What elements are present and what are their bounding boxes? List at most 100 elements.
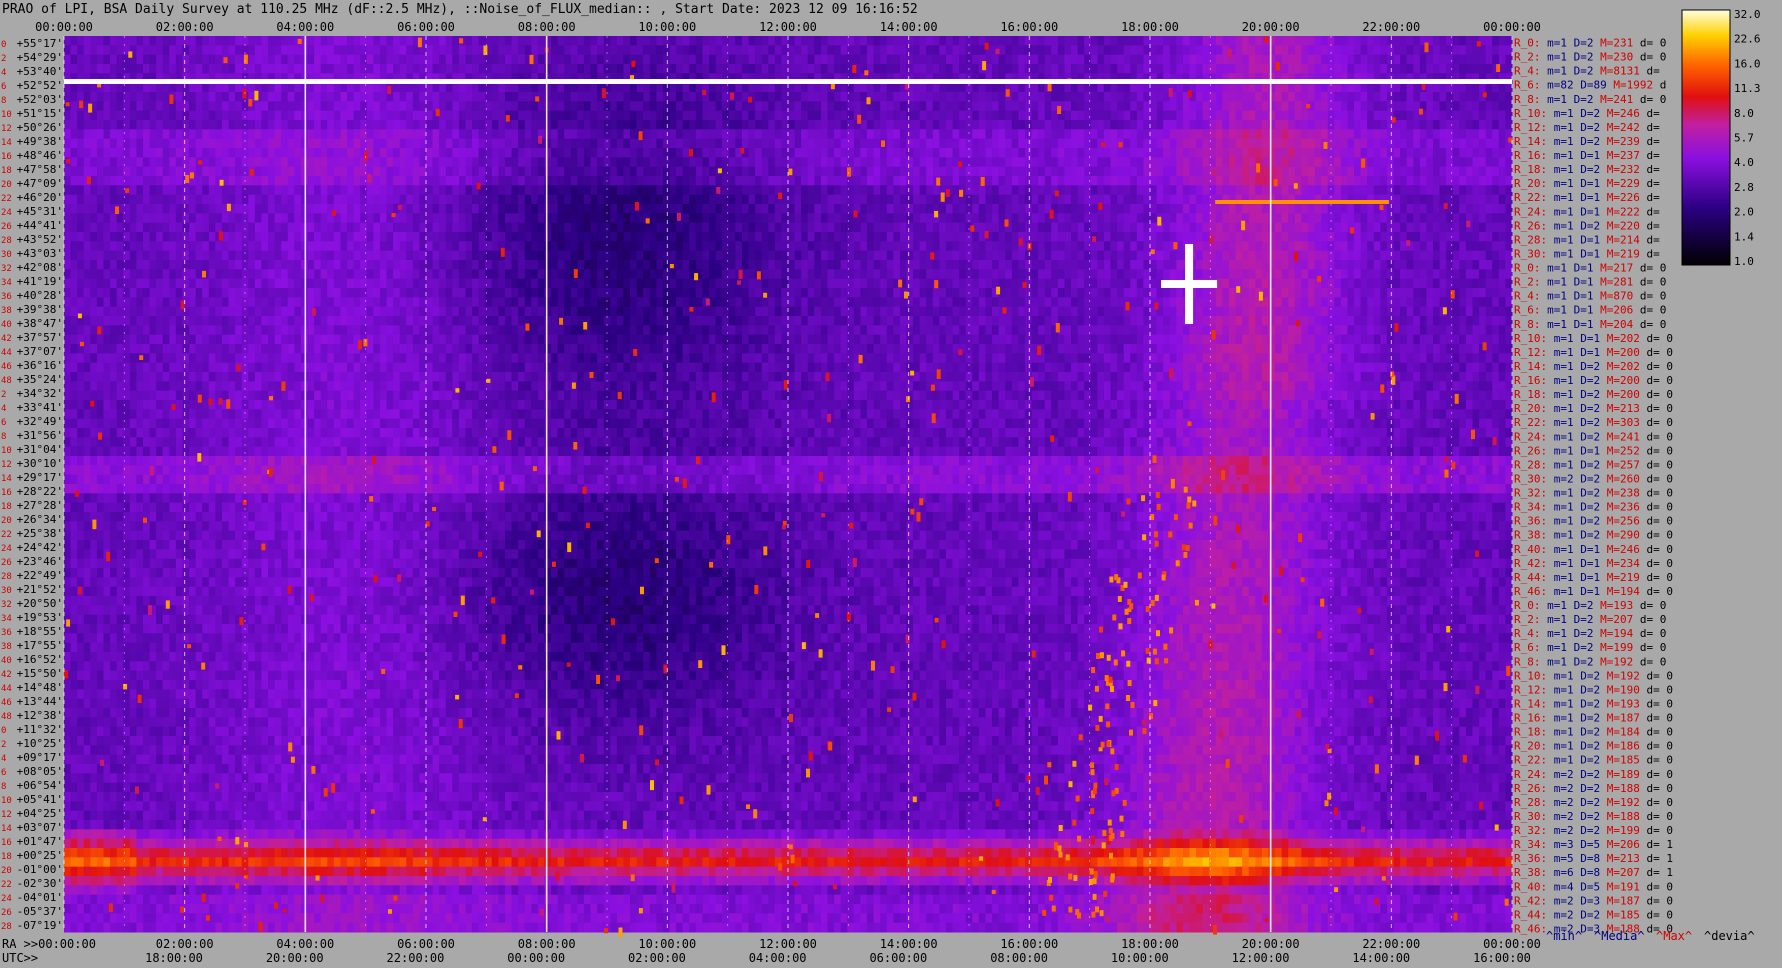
- row-number: 16: [1, 152, 12, 162]
- row-stat: R_4: m=1 D=2 M=194 d= 0: [1514, 627, 1666, 640]
- row-stat: R_38: m=6 D=8 M=207 d= 1: [1514, 866, 1673, 879]
- dec-label: +18°55': [17, 625, 63, 638]
- row-number: 14: [1, 474, 12, 484]
- row-number: 20: [1, 516, 12, 526]
- dec-label: +30°10': [17, 457, 63, 470]
- dec-label: -05°37': [17, 905, 63, 918]
- x-tick-top: 00:00:00: [35, 20, 93, 34]
- dec-label: +24°42': [17, 541, 63, 554]
- row-number: 28: [1, 572, 12, 582]
- x-tick-bottom-ra: 00:00:00: [1483, 937, 1541, 951]
- colorbar-tick: 16.0: [1734, 57, 1761, 70]
- row-stat: R_4: m=1 D=2 M=8131 d=: [1514, 65, 1660, 78]
- dec-label: +31°56': [17, 429, 63, 442]
- row-number: 36: [1, 292, 12, 302]
- row-stat: R_14: m=1 D=2 M=202 d= 0: [1514, 360, 1673, 373]
- row-number: 40: [1, 656, 12, 666]
- row-number: 38: [1, 642, 12, 652]
- x-tick-top: 14:00:00: [880, 20, 938, 34]
- dec-label: +53°40': [17, 65, 63, 78]
- dec-label: +52°03': [17, 93, 63, 106]
- dec-label: +38°47': [17, 317, 63, 330]
- row-number: 48: [1, 712, 12, 722]
- x-tick-bottom-utc: 14:00:00: [1352, 951, 1410, 965]
- row-number: 20: [1, 180, 12, 190]
- row-number: 32: [1, 264, 12, 274]
- row-number: 8: [1, 782, 6, 792]
- row-stat: R_26: m=1 D=1 M=252 d= 0: [1514, 444, 1673, 457]
- row-number: 4: [1, 68, 6, 78]
- row-stat: R_34: m=1 D=2 M=236 d= 0: [1514, 501, 1673, 514]
- row-stat: R_20: m=1 D=2 M=186 d= 0: [1514, 740, 1673, 753]
- row-stats: R_0: m=1 D=2 M=231 d= 0R_2: m=1 D=2 M=23…: [1514, 37, 1673, 936]
- row-number: 22: [1, 880, 12, 890]
- x-tick-bottom-ra: 22:00:00: [1362, 937, 1420, 951]
- row-stat: R_36: m=1 D=2 M=256 d= 0: [1514, 515, 1673, 528]
- row-stat: R_30: m=2 D=2 M=260 d= 0: [1514, 472, 1673, 485]
- row-number: 36: [1, 628, 12, 638]
- row-number: 16: [1, 838, 12, 848]
- dec-label: +21°52': [17, 583, 63, 596]
- row-number: 20: [1, 866, 12, 876]
- row-stat: R_6: m=1 D=2 M=199 d= 0: [1514, 641, 1666, 654]
- x-tick-bottom-utc: 16:00:00: [1473, 951, 1531, 965]
- x-tick-bottom-ra: 02:00:00: [156, 937, 214, 951]
- x-tick-bottom-ra: 16:00:00: [1000, 937, 1058, 951]
- row-number: 0: [1, 40, 6, 50]
- dec-label: +45°31': [17, 205, 63, 218]
- dec-label: +50°26': [17, 121, 63, 134]
- colorbar-tick: 5.7: [1734, 132, 1754, 145]
- row-stat: R_24: m=2 D=2 M=189 d= 0: [1514, 768, 1673, 781]
- dec-label: +27°28': [17, 499, 63, 512]
- legend-item: ^min^: [1546, 929, 1582, 943]
- dec-label: -02°30': [17, 877, 63, 890]
- row-number: 2: [1, 54, 6, 64]
- row-stat: R_14: m=1 D=2 M=239 d=: [1514, 135, 1660, 148]
- colorbar-tick: 1.0: [1734, 255, 1754, 268]
- x-tick-top: 10:00:00: [638, 20, 696, 34]
- row-number: 0: [1, 726, 6, 736]
- row-number: 44: [1, 348, 12, 358]
- row-number: 6: [1, 768, 6, 778]
- dec-label: +20°50': [17, 597, 63, 610]
- row-number: 44: [1, 684, 12, 694]
- row-stat: R_20: m=1 D=1 M=229 d=: [1514, 177, 1660, 190]
- row-number: 10: [1, 110, 12, 120]
- row-number: 34: [1, 278, 12, 288]
- colorbar-tick: 4.0: [1734, 156, 1754, 169]
- dec-label: +37°57': [17, 331, 63, 344]
- row-stat: R_16: m=1 D=1 M=237 d=: [1514, 149, 1660, 162]
- row-number: 24: [1, 544, 12, 554]
- row-number: 24: [1, 208, 12, 218]
- x-tick-top: 20:00:00: [1242, 20, 1300, 34]
- row-number: 14: [1, 824, 12, 834]
- dec-label: +46°20': [17, 191, 63, 204]
- dec-label: +51°15': [17, 107, 63, 120]
- row-stat: R_12: m=1 D=1 M=200 d= 0: [1514, 346, 1673, 359]
- dec-label: +31°04': [17, 443, 63, 456]
- x-tick-bottom-ra: 20:00:00: [1242, 937, 1300, 951]
- row-stat: R_44: m=1 D=1 M=219 d= 0: [1514, 571, 1673, 584]
- dec-label: +28°22': [17, 485, 63, 498]
- row-stat: R_22: m=1 D=1 M=226 d=: [1514, 191, 1660, 204]
- row-stat: R_0: m=1 D=2 M=193 d= 0: [1514, 599, 1666, 612]
- dec-label: +06°54': [17, 779, 63, 792]
- dec-label: +23°46': [17, 555, 63, 568]
- row-number: 12: [1, 124, 12, 134]
- x-tick-bottom-utc: 00:00:00: [507, 951, 565, 965]
- x-tick-bottom-utc: 10:00:00: [1111, 951, 1169, 965]
- row-number: 34: [1, 614, 12, 624]
- row-number: 28: [1, 922, 12, 932]
- x-tick-bottom-ra: 12:00:00: [759, 937, 817, 951]
- dec-label: +00°25': [17, 849, 63, 862]
- colorbar: 32.0 22.6 16.0 11.3 8.0 5.7 4.0 2.8 2.0 1.4 1.0: [1681, 8, 1761, 268]
- row-number: 24: [1, 894, 12, 904]
- row-number: 22: [1, 530, 12, 540]
- row-stat: R_20: m=1 D=2 M=213 d= 0: [1514, 402, 1673, 415]
- dec-label: +43°03': [17, 247, 63, 260]
- x-tick-top: 12:00:00: [759, 20, 817, 34]
- row-stat: R_34: m=3 D=5 M=206 d= 1: [1514, 838, 1673, 851]
- colorbar-tick: 32.0: [1734, 8, 1761, 21]
- row-number: 6: [1, 82, 6, 92]
- dec-label: -07°19': [17, 919, 63, 932]
